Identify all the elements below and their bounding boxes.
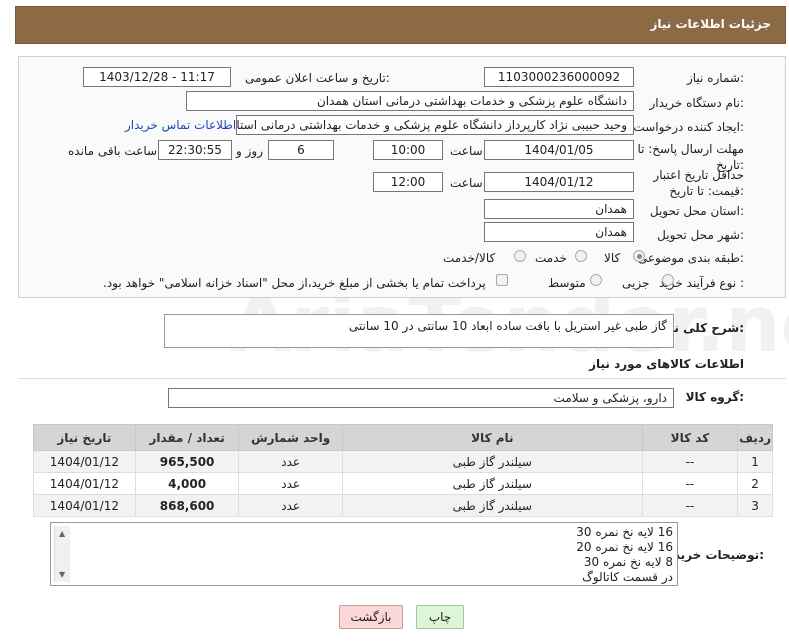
announce-label: تاریخ و ساعت اعلان عمومی: <box>245 71 390 85</box>
cell-qty: 4,000 <box>134 472 240 495</box>
cell-name: سیلندر گاز طبی <box>341 494 643 517</box>
process-minor-radio[interactable] <box>662 274 674 286</box>
back-button[interactable]: بازگشت <box>339 605 403 629</box>
cell-unit: عدد <box>238 450 343 473</box>
notes-line: 8 لایه نخ نمره 30 <box>583 555 673 569</box>
days-field[interactable]: 6 <box>268 140 334 160</box>
cell-code: -- <box>641 472 739 495</box>
cell-code: -- <box>641 494 739 517</box>
requester-label: ایجاد کننده درخواست: <box>633 120 744 134</box>
goods-group-field[interactable]: دارو، پزشکی و سلامت <box>168 388 674 408</box>
description-field[interactable]: گاز طبی غیر استریل با بافت ساده ابعاد 10… <box>164 314 674 348</box>
notes-line: 16 لایه نخ نمره 30 <box>576 525 673 539</box>
table-row[interactable]: 3 -- سیلندر گاز طبی عدد 868,600 1404/01/… <box>33 494 773 517</box>
notes-scrollbar[interactable]: ▲ ▼ <box>54 526 70 582</box>
category-label: طبقه بندی موضوعی: <box>637 251 744 265</box>
need-number-label: شماره نیاز: <box>686 71 744 85</box>
col-qty: تعداد / مقدار <box>134 424 240 451</box>
col-code: کد کالا <box>641 424 739 451</box>
city-field[interactable]: همدان <box>484 222 634 242</box>
cell-qty: 965,500 <box>134 450 240 473</box>
need-number-field[interactable]: 1103000236000092 <box>484 67 634 87</box>
price-time-label: ساعت <box>450 176 483 190</box>
page-title: جزئیات اطلاعات نیاز <box>650 17 771 31</box>
payment-note: پرداخت تمام یا بخشی از مبلغ خرید،از محل … <box>103 276 486 290</box>
col-name: نام کالا <box>341 424 643 451</box>
items-table-wrapper: ردیف کد کالا نام کالا واحد شمارش تعداد /… <box>33 424 773 517</box>
page-header: جزئیات اطلاعات نیاز <box>15 6 786 44</box>
process-medium-label: متوسط <box>548 276 586 290</box>
category-goods-radio[interactable] <box>633 250 645 262</box>
buyer-contact-link[interactable]: اطلاعات تماس خریدار <box>125 118 236 132</box>
announce-field[interactable]: 1403/12/28 - 11:17 <box>83 67 231 87</box>
items-table: ردیف کد کالا نام کالا واحد شمارش تعداد /… <box>33 424 773 517</box>
scroll-up-icon[interactable]: ▲ <box>59 529 65 538</box>
buyer-org-field[interactable]: دانشگاه علوم پزشکی و خدمات بهداشتی درمان… <box>186 91 634 111</box>
process-medium-radio[interactable] <box>590 274 602 286</box>
category-both-radio[interactable] <box>514 250 526 262</box>
cell-code: -- <box>641 450 739 473</box>
days-label: روز و <box>236 144 263 158</box>
print-button[interactable]: چاپ <box>416 605 464 629</box>
cell-unit: عدد <box>238 472 343 495</box>
treasury-payment-checkbox[interactable] <box>496 274 508 286</box>
remaining-time-field[interactable]: 22:30:55 <box>158 140 232 160</box>
category-service-label: خدمت <box>535 251 567 265</box>
cell-name: سیلندر گاز طبی <box>341 450 643 473</box>
goods-section-title: اطلاعات کالاهای مورد نیاز <box>589 357 744 371</box>
category-service-radio[interactable] <box>575 250 587 262</box>
province-field[interactable]: همدان <box>484 199 634 219</box>
scroll-down-icon[interactable]: ▼ <box>59 570 65 579</box>
process-minor-label: جزیی <box>622 276 650 290</box>
table-row[interactable]: 1 -- سیلندر گاز طبی عدد 965,500 1404/01/… <box>33 450 773 473</box>
cell-qty: 868,600 <box>134 494 240 517</box>
requester-field[interactable]: وحید حبیبی نژاد کارپرداز دانشگاه علوم پز… <box>236 115 634 135</box>
city-label: شهر محل تحویل: <box>657 228 744 242</box>
price-date-field[interactable]: 1404/01/12 <box>484 172 634 192</box>
category-both-label: کالا/خدمت <box>443 251 496 265</box>
remaining-label: ساعت باقی مانده <box>68 144 158 158</box>
notes-line: در قسمت کاتالوگ <box>582 570 673 584</box>
notes-field[interactable]: 16 لایه نخ نمره 30 16 لایه نخ نمره 20 8 … <box>50 522 678 586</box>
cell-date: 1404/01/12 <box>33 472 136 495</box>
category-goods-label: کالا <box>604 251 621 265</box>
notes-line: 16 لایه نخ نمره 20 <box>576 540 673 554</box>
buyer-org-label: نام دستگاه خریدار: <box>649 96 745 110</box>
cell-name: سیلندر گاز طبی <box>341 472 643 495</box>
col-unit: واحد شمارش <box>238 424 343 451</box>
cell-date: 1404/01/12 <box>33 450 136 473</box>
reply-time-field[interactable]: 10:00 <box>373 140 443 160</box>
cell-row: 3 <box>737 494 773 517</box>
cell-unit: عدد <box>238 494 343 517</box>
province-label: استان محل تحویل: <box>649 204 744 218</box>
cell-row: 2 <box>737 472 773 495</box>
price-validity-label: حداقل تاریخ اعتبار قیمت: تا تاریخ: <box>653 168 744 198</box>
reply-time-label: ساعت <box>450 144 483 158</box>
reply-date-field[interactable]: 1404/01/05 <box>484 140 634 160</box>
table-header-row: ردیف کد کالا نام کالا واحد شمارش تعداد /… <box>33 424 773 451</box>
col-row: ردیف <box>737 424 773 451</box>
cell-row: 1 <box>737 450 773 473</box>
cell-date: 1404/01/12 <box>33 494 136 517</box>
price-time-field[interactable]: 12:00 <box>373 172 443 192</box>
section-divider <box>18 378 786 379</box>
goods-group-label: گروه کالا: <box>685 390 744 404</box>
table-row[interactable]: 2 -- سیلندر گاز طبی عدد 4,000 1404/01/12 <box>33 472 773 495</box>
col-date: تاریخ نیاز <box>33 424 136 451</box>
